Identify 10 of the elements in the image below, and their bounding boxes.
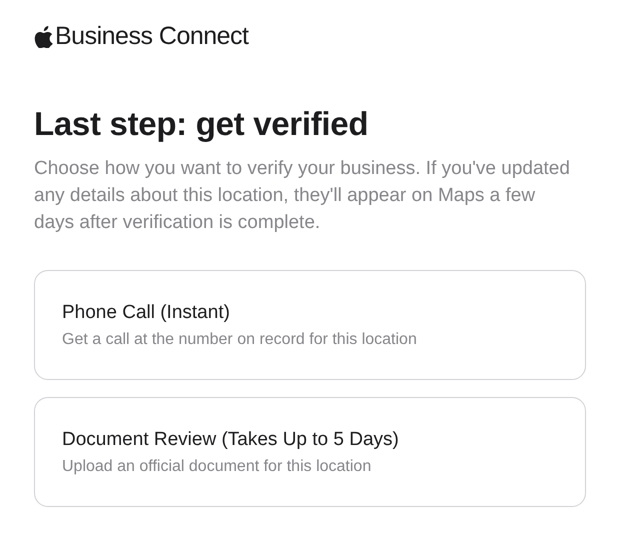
- page-heading: Last step: get verified: [34, 104, 370, 144]
- option-title: Document Review (Takes Up to 5 Days): [62, 428, 400, 452]
- intro-text: Choose how you want to verify your business. If you've updated any details about this location, they'll appear on Maps a few days after verification is complete.: [34, 157, 571, 235]
- option-title: Phone Call (Instant): [62, 300, 231, 324]
- brand-name: Business Connect: [55, 21, 249, 52]
- verification-option-card[interactable]: Document Review (Takes Up to 5 Days) Upload an official document for this location: [34, 397, 586, 507]
- verification-option-card[interactable]: Phone Call (Instant) Get a call at the number on record for this location: [34, 270, 586, 380]
- option-description: Upload an official document for this location: [62, 456, 372, 476]
- option-description: Get a call at the number on record for this location: [62, 330, 418, 350]
- logo-icon: [34, 26, 53, 48]
